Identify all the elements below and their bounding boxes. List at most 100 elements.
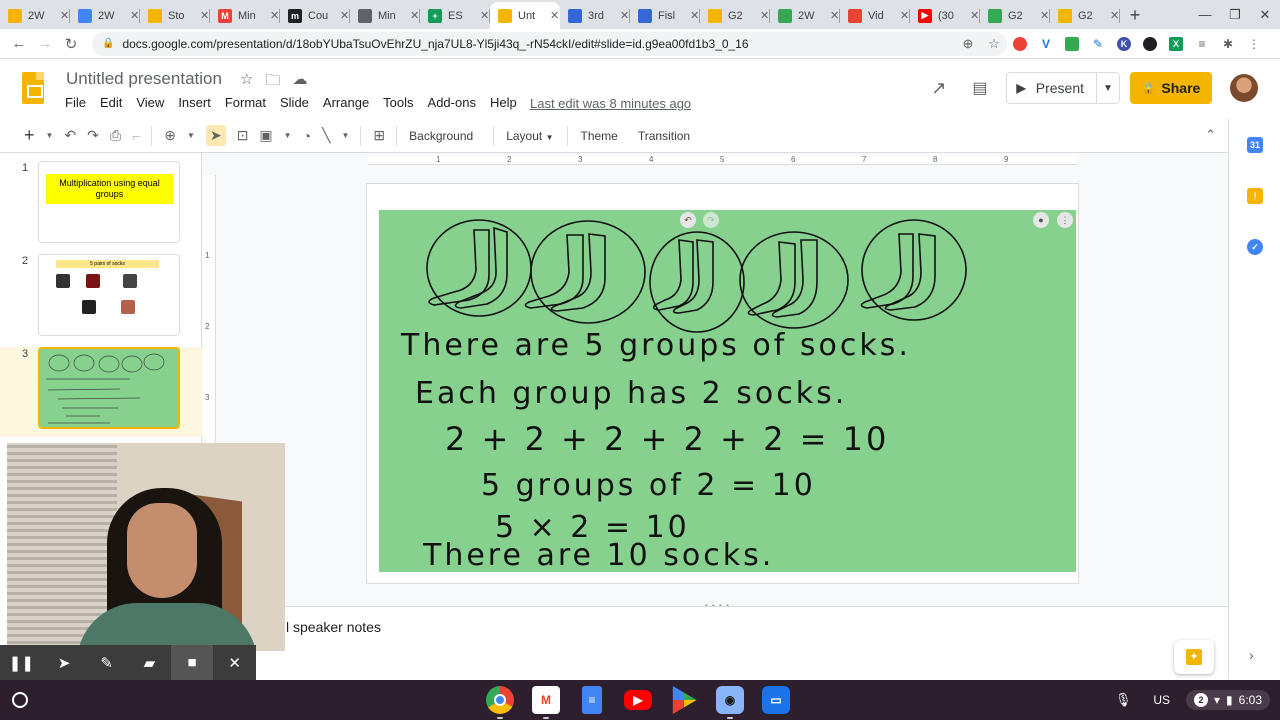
tab-close-icon[interactable]: ✕ [970, 9, 979, 22]
forward-arrow-icon[interactable]: → [32, 35, 58, 52]
horizontal-ruler[interactable]: 1 2 3 4 5 6 7 8 9 [368, 155, 1078, 165]
tab-close-icon[interactable]: ✕ [480, 9, 489, 22]
tab-close-icon[interactable]: ✕ [620, 9, 629, 22]
add-comment-icon[interactable]: ⊞ [373, 127, 385, 144]
browser-tab[interactable]: Sto ✕ [140, 2, 210, 29]
line-icon[interactable]: ╲ [322, 127, 330, 144]
present-main[interactable]: ▶ Present [1007, 73, 1097, 103]
text-box-icon[interactable]: ⊡ [237, 127, 249, 144]
extension-v-icon[interactable]: V [1033, 34, 1059, 54]
new-tab-button[interactable]: + [1120, 2, 1150, 29]
slide-pen-icon[interactable]: ● [1033, 212, 1049, 228]
tab-close-icon[interactable]: ✕ [900, 9, 909, 22]
highlighter-icon[interactable]: ▰ [128, 654, 171, 672]
document-title[interactable]: Untitled presentation [66, 69, 222, 89]
play-store-app-icon[interactable] [672, 686, 697, 714]
browser-tab[interactable]: m Cou ✕ [280, 2, 350, 29]
extension-excel-icon[interactable]: X [1163, 34, 1189, 54]
url-text[interactable]: docs.google.com/presentation/d/18obYUbaT… [122, 37, 955, 51]
minimize-icon[interactable]: — [1190, 7, 1220, 22]
tab-close-icon[interactable]: ✕ [410, 9, 419, 22]
image-icon[interactable]: ▣ [259, 127, 272, 144]
browser-tab[interactable]: 2W ✕ [0, 2, 70, 29]
pause-icon[interactable]: ❚❚ [0, 654, 43, 672]
explore-button[interactable]: ✦ [1174, 640, 1214, 674]
browser-tab[interactable]: Fisl ✕ [630, 2, 700, 29]
theme-button[interactable]: Theme [580, 129, 617, 143]
keep-icon[interactable]: ! [1247, 188, 1263, 204]
input-method[interactable]: US [1153, 693, 1170, 707]
docs-app-icon[interactable]: ≡ [582, 686, 602, 714]
extension-green-icon[interactable] [1059, 34, 1085, 54]
present-button[interactable]: ▶ Present ▼ [1005, 72, 1120, 104]
tab-close-icon[interactable]: ✕ [690, 9, 699, 22]
transition-button[interactable]: Transition [638, 129, 690, 143]
browser-tab[interactable]: 2W ✕ [770, 2, 840, 29]
files-app-icon[interactable]: ▭ [762, 686, 790, 714]
slide-more-icon[interactable]: ⋮ [1057, 212, 1073, 228]
speaker-notes-placeholder[interactable]: l speaker notes [286, 619, 381, 635]
browser-tab[interactable]: M Min ✕ [210, 2, 280, 29]
zoom-icon[interactable]: ⊕ [164, 127, 176, 144]
browser-tab[interactable]: Unt ✕ [490, 2, 560, 29]
new-slide-dropdown-icon[interactable]: ▼ [46, 131, 54, 140]
tasks-icon[interactable]: ✓ [1247, 239, 1263, 255]
system-tray[interactable]: 🎙 US 2 ▾ ▮ 6:03 [1115, 688, 1270, 712]
image-dropdown-icon[interactable]: ▼ [284, 131, 292, 140]
status-area[interactable]: 2 ▾ ▮ 6:03 [1186, 690, 1270, 710]
menu-format[interactable]: Format [225, 95, 266, 110]
browser-tab[interactable]: 2W ✕ [70, 2, 140, 29]
line-dropdown-icon[interactable]: ▼ [341, 131, 349, 140]
expand-panel-icon[interactable]: › [1249, 647, 1254, 663]
browser-tab[interactable]: + ES ✕ [420, 2, 490, 29]
zoom-icon[interactable]: ⊕ [955, 36, 981, 52]
slide-thumbnail-1[interactable]: Multiplication using equal groups [38, 161, 180, 243]
extension-list-icon[interactable]: ≡ [1189, 34, 1215, 54]
cloud-saved-icon[interactable]: ☁ [292, 70, 307, 95]
background-button[interactable]: Background [409, 129, 473, 143]
move-folder-icon[interactable]: 🗀 [265, 70, 280, 95]
speaker-notes[interactable]: l speaker notes ✦ [202, 606, 1228, 680]
tab-close-icon[interactable]: ✕ [200, 9, 209, 22]
user-avatar[interactable] [1230, 74, 1258, 102]
current-slide[interactable]: There are 5 groups of socks. Each group … [379, 210, 1076, 572]
slide-thumbnail-2[interactable]: 5 pairs of socks [38, 254, 180, 336]
calendar-icon[interactable]: 31 [1247, 137, 1263, 153]
menu-help[interactable]: Help [490, 95, 517, 110]
close-window-icon[interactable]: ✕ [1250, 7, 1280, 23]
tab-close-icon[interactable]: ✕ [1110, 9, 1119, 22]
new-slide-icon[interactable]: + [24, 125, 35, 146]
present-dropdown-icon[interactable]: ▼ [1097, 83, 1119, 94]
close-recording-icon[interactable]: ✕ [213, 654, 256, 672]
browser-tab[interactable]: 3rd ✕ [560, 2, 630, 29]
zoom-dropdown-icon[interactable]: ▼ [187, 131, 195, 140]
chrome-app-icon[interactable] [486, 686, 514, 719]
menu-addons[interactable]: Add-ons [428, 95, 476, 110]
paint-format-icon[interactable]: ⌐ [132, 128, 140, 144]
last-edit-link[interactable]: Last edit was 8 minutes ago [530, 96, 691, 111]
menu-view[interactable]: View [136, 95, 164, 110]
extensions-puzzle-icon[interactable]: ✱ [1215, 34, 1241, 54]
menu-slide[interactable]: Slide [280, 95, 309, 110]
star-icon[interactable]: ☆ [240, 70, 253, 95]
browser-tab[interactable]: Min ✕ [350, 2, 420, 29]
print-icon[interactable]: ⎙ [110, 127, 121, 144]
tab-close-icon[interactable]: ✕ [130, 9, 139, 22]
menu-file[interactable]: File [65, 95, 86, 110]
browser-tab[interactable]: G2 ✕ [1050, 2, 1120, 29]
pointer-icon[interactable]: ➤ [43, 654, 86, 672]
menu-tools[interactable]: Tools [383, 95, 413, 110]
tab-close-icon[interactable]: ✕ [830, 9, 839, 22]
tab-close-icon[interactable]: ✕ [60, 9, 69, 22]
vertical-ruler[interactable]: 1 2 3 [202, 175, 216, 445]
tab-close-icon[interactable]: ✕ [1040, 9, 1049, 22]
layout-button[interactable]: Layout ▼ [506, 129, 553, 143]
menu-insert[interactable]: Insert [178, 95, 211, 110]
extension-pen-icon[interactable]: ✎ [1085, 34, 1111, 54]
browser-tab[interactable]: Vid ✕ [840, 2, 910, 29]
extension-dark-icon[interactable] [1137, 34, 1163, 54]
slide-redo-icon[interactable]: ↷ [703, 212, 719, 228]
launcher-icon[interactable] [12, 692, 28, 708]
redo-icon[interactable]: ↷ [87, 127, 99, 144]
collapse-toolbar-icon[interactable]: ⌃ [1205, 127, 1216, 143]
